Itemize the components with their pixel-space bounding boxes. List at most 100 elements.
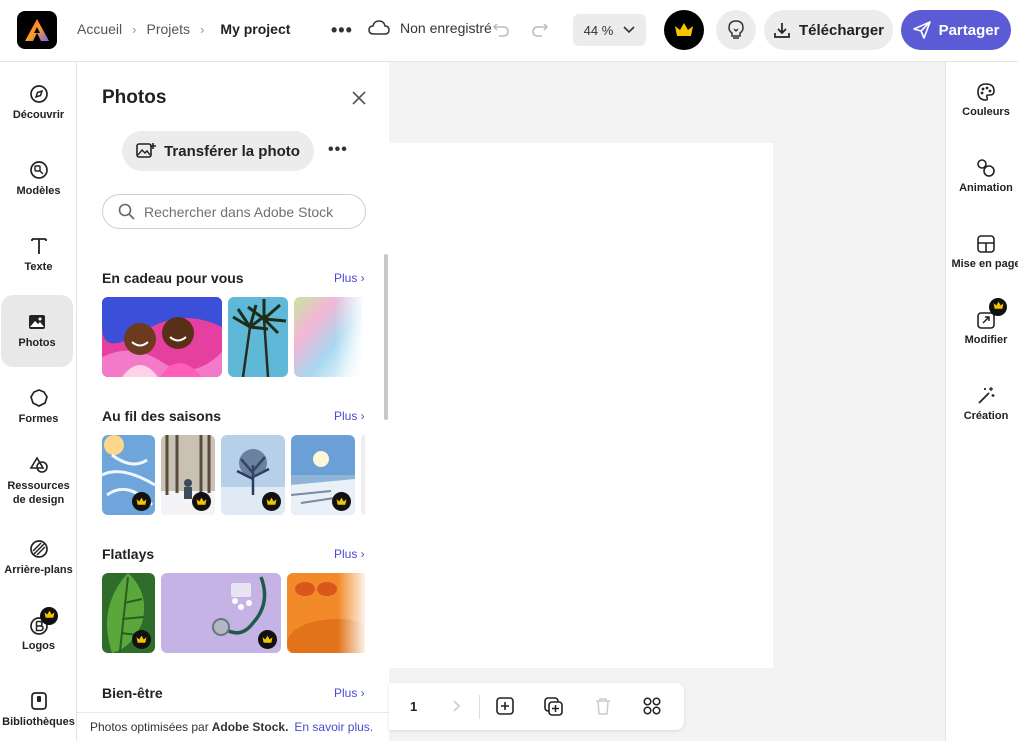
backgrounds-icon <box>29 540 48 558</box>
chevron-right-icon[interactable] <box>450 697 464 715</box>
rail-label: Couleurs <box>962 106 1010 118</box>
section-more-link[interactable]: Plus › <box>334 547 365 561</box>
search-icon <box>118 203 135 220</box>
rail-label: Logos <box>22 640 55 652</box>
layout-icon <box>977 235 995 253</box>
crown-icon <box>266 497 277 505</box>
section-more-link[interactable]: Plus › <box>334 409 365 423</box>
rail-item-backgrounds[interactable]: Arrière-plans <box>0 539 77 577</box>
panel-scrollbar[interactable] <box>384 254 388 420</box>
trash-icon[interactable] <box>595 697 611 715</box>
photo-thumbnail[interactable] <box>221 435 285 515</box>
learn-more-link[interactable]: En savoir plus. <box>294 720 373 734</box>
canvas-page[interactable] <box>389 143 773 668</box>
rail-item-modify[interactable]: Modifier <box>946 298 1018 346</box>
rail-item-colors[interactable]: Couleurs <box>946 82 1018 118</box>
download-icon <box>774 23 790 38</box>
photo-thumbnail-partial[interactable] <box>361 435 365 515</box>
more-options-button[interactable]: ••• <box>331 20 353 41</box>
rail-label: Photos <box>18 337 56 349</box>
cloud-icon <box>368 20 390 35</box>
premium-badge <box>332 492 351 511</box>
text-icon <box>30 238 47 254</box>
photo-thumbnail[interactable] <box>228 297 288 377</box>
page-number: 1 <box>410 699 418 714</box>
shapes-icon <box>29 389 48 407</box>
undo-icon[interactable] <box>492 20 510 38</box>
photo-thumbnail[interactable] <box>161 435 215 515</box>
ideas-button[interactable] <box>716 10 756 50</box>
duplicate-page-icon[interactable] <box>544 697 564 717</box>
rail-item-layout[interactable]: Mise en page <box>946 234 1018 270</box>
stock-search[interactable] <box>102 194 366 229</box>
crown-icon <box>336 497 347 505</box>
rail-item-discover[interactable]: Découvrir <box>0 84 77 122</box>
grid-view-icon[interactable] <box>643 697 661 715</box>
send-icon <box>912 21 931 39</box>
library-icon <box>30 692 47 710</box>
search-input[interactable] <box>144 203 354 220</box>
premium-badge <box>262 492 281 511</box>
share-label: Partager <box>938 21 1000 39</box>
rail-item-creation[interactable]: Création <box>946 386 1018 422</box>
section-more-link[interactable]: Plus › <box>334 686 365 700</box>
premium-badge <box>258 630 277 649</box>
rail-item-photos[interactable]: Photos <box>1 295 73 367</box>
rail-item-design-assets[interactable]: Ressources de design <box>0 455 77 507</box>
zoom-select[interactable]: 44 % <box>573 14 646 46</box>
crown-icon <box>44 610 54 618</box>
premium-badge <box>192 492 211 511</box>
zoom-value: 44 % <box>583 22 614 38</box>
section-more-link[interactable]: Plus › <box>334 271 365 285</box>
rail-label: Mise en page <box>951 258 1018 270</box>
section-title: Au fil des saisons <box>102 408 222 424</box>
right-rail: Couleurs Animation Mise en page Modifier… <box>945 62 1018 741</box>
rail-item-templates[interactable]: Modèles <box>0 160 77 198</box>
photo-thumbnail[interactable] <box>102 297 222 377</box>
rail-item-logos[interactable]: Logos <box>0 607 77 653</box>
rail-item-animation[interactable]: Animation <box>946 158 1018 194</box>
rail-item-shapes[interactable]: Formes <box>0 388 77 426</box>
save-status-text: Non enregistré <box>400 20 492 36</box>
palette-icon <box>977 83 995 101</box>
breadcrumb-projects[interactable]: Projets <box>146 21 190 37</box>
save-status: Non enregistré <box>368 20 492 36</box>
crown-icon <box>675 23 693 36</box>
templates-icon <box>29 161 48 179</box>
project-title[interactable]: My project <box>220 21 290 37</box>
magic-wand-icon <box>978 387 995 404</box>
premium-button[interactable] <box>664 10 704 50</box>
crown-icon <box>196 497 207 505</box>
premium-badge <box>132 492 151 511</box>
photo-thumbnail[interactable] <box>294 297 362 377</box>
photo-thumbnail[interactable] <box>291 435 355 515</box>
photo-icon <box>29 315 45 329</box>
photo-palm-trees <box>228 297 288 377</box>
add-page-icon[interactable] <box>496 697 514 715</box>
photo-thumbnail[interactable] <box>287 573 365 653</box>
section-title: En cadeau pour vous <box>102 270 244 286</box>
close-icon[interactable] <box>352 91 366 105</box>
download-label: Télécharger <box>798 21 885 39</box>
premium-badge <box>132 630 151 649</box>
chevron-down-icon <box>623 26 635 34</box>
upload-label: Transférer la photo <box>164 142 300 160</box>
attribution-text: Photos optimisées par <box>90 720 209 734</box>
section-title: Bien-être <box>102 685 163 701</box>
upload-photo-button[interactable]: Transférer la photo <box>122 131 314 171</box>
rail-label: Arrière-plans <box>4 564 73 576</box>
download-button[interactable]: Télécharger <box>764 10 893 50</box>
attribution-brand: Adobe Stock. <box>211 720 289 734</box>
rail-item-text[interactable]: Texte <box>0 236 77 274</box>
breadcrumb-home[interactable]: Accueil <box>77 21 122 37</box>
crown-icon <box>262 635 273 643</box>
redo-icon[interactable] <box>531 20 549 38</box>
upload-more-button[interactable]: ••• <box>328 141 348 159</box>
rail-item-libraries[interactable]: Bibliothèques <box>0 691 77 729</box>
photo-thumbnail[interactable] <box>161 573 281 653</box>
adobe-express-logo[interactable] <box>17 11 57 49</box>
photo-thumbnail[interactable] <box>102 573 155 653</box>
share-button[interactable]: Partager <box>901 10 1011 50</box>
crown-icon <box>136 497 147 505</box>
photo-thumbnail[interactable] <box>102 435 155 515</box>
